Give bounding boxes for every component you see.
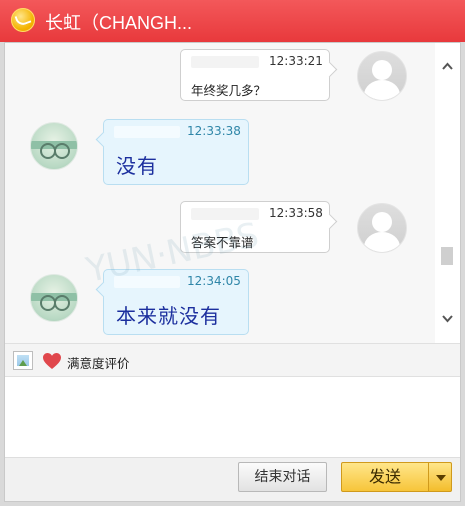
end-chat-button[interactable]: 结束对话 <box>238 462 327 492</box>
message-input[interactable] <box>5 377 460 457</box>
message-text: 本来就没有 <box>116 304 221 328</box>
user-avatar <box>357 203 407 253</box>
input-toolbar: 满意度评价 <box>5 343 460 377</box>
footer-bar: 结束对话 发送 <box>5 457 460 501</box>
agent-avatar <box>30 122 78 170</box>
heart-icon[interactable] <box>42 352 62 370</box>
user-avatar <box>357 51 407 101</box>
send-button[interactable]: 发送 <box>341 462 429 492</box>
sender-name-redacted <box>191 208 259 220</box>
message-bubble-sent: 12:33:58 答案不靠谱 <box>180 201 338 253</box>
sender-name-redacted <box>191 56 259 68</box>
caret-down-icon[interactable] <box>428 462 452 492</box>
window-title: 长虹（CHANGH... <box>45 13 193 33</box>
chevron-up-icon[interactable] <box>442 61 453 72</box>
image-icon[interactable] <box>13 351 33 370</box>
message-time: 12:33:21 <box>269 54 323 68</box>
scrollbar-thumb[interactable] <box>441 247 453 265</box>
app-logo-icon <box>11 8 35 32</box>
message-list[interactable]: 12:33:21 年终奖几多？ 12:33:38 没有 12:33:58 答案不… <box>5 43 435 343</box>
message-time: 12:33:38 <box>187 124 241 138</box>
message-text: 答案不靠谱 <box>191 235 254 250</box>
satisfaction-rating-link[interactable]: 满意度评价 <box>67 353 130 372</box>
chat-scrollbar[interactable] <box>435 43 460 343</box>
title-bar: 长虹（CHANGH... <box>0 0 465 42</box>
message-bubble-sent: 12:33:21 年终奖几多？ <box>180 49 338 101</box>
message-bubble-received: 12:33:38 没有 <box>95 119 249 185</box>
message-time: 12:33:58 <box>269 206 323 220</box>
chevron-down-icon[interactable] <box>442 313 453 324</box>
agent-avatar <box>30 274 78 322</box>
message-text: 没有 <box>116 154 158 178</box>
message-text: 年终奖几多？ <box>191 83 267 98</box>
sender-name-redacted <box>114 126 180 138</box>
message-bubble-received: 12:34:05 本来就没有 <box>95 269 249 335</box>
sender-name-redacted <box>114 276 180 288</box>
message-time: 12:34:05 <box>187 274 241 288</box>
